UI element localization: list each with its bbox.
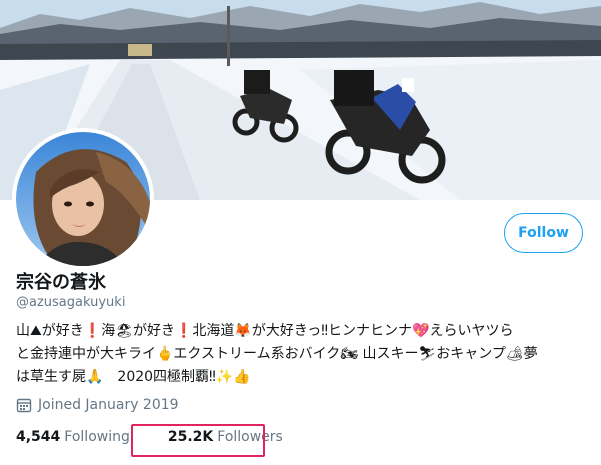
avatar[interactable] <box>12 128 154 270</box>
followers-highlight-box <box>131 424 265 457</box>
follow-button[interactable]: Follow <box>504 213 583 253</box>
following-label: Following <box>64 429 130 445</box>
following-link[interactable]: 4,544 Following <box>16 429 130 445</box>
joined-date: Joined January 2019 <box>16 397 179 413</box>
profile-bio: 山⛰が好き❗海🏖が好き❗北海道🦊が大好きっ‼ヒンナヒンナ💖えらいヤツら と金持連… <box>16 320 588 389</box>
user-handle: @azusagakuyuki <box>16 295 126 310</box>
joined-text: Joined January 2019 <box>38 397 179 413</box>
calendar-icon <box>16 397 32 413</box>
bio-line: 山⛰が好き❗海🏖が好き❗北海道🦊が大好きっ‼ヒンナヒンナ💖えらいヤツら <box>16 323 514 339</box>
display-name: 宗谷の蒼氷 <box>16 272 106 293</box>
bio-line: は草生す屍🙏 2020四極制覇‼✨👍 <box>16 369 251 385</box>
following-count: 4,544 <box>16 429 61 445</box>
bio-line: と金持連中が大キライ🖕エクストリーム系おバイク🏍 山スキー⛷おキャンプ🏕夢 <box>16 346 538 362</box>
